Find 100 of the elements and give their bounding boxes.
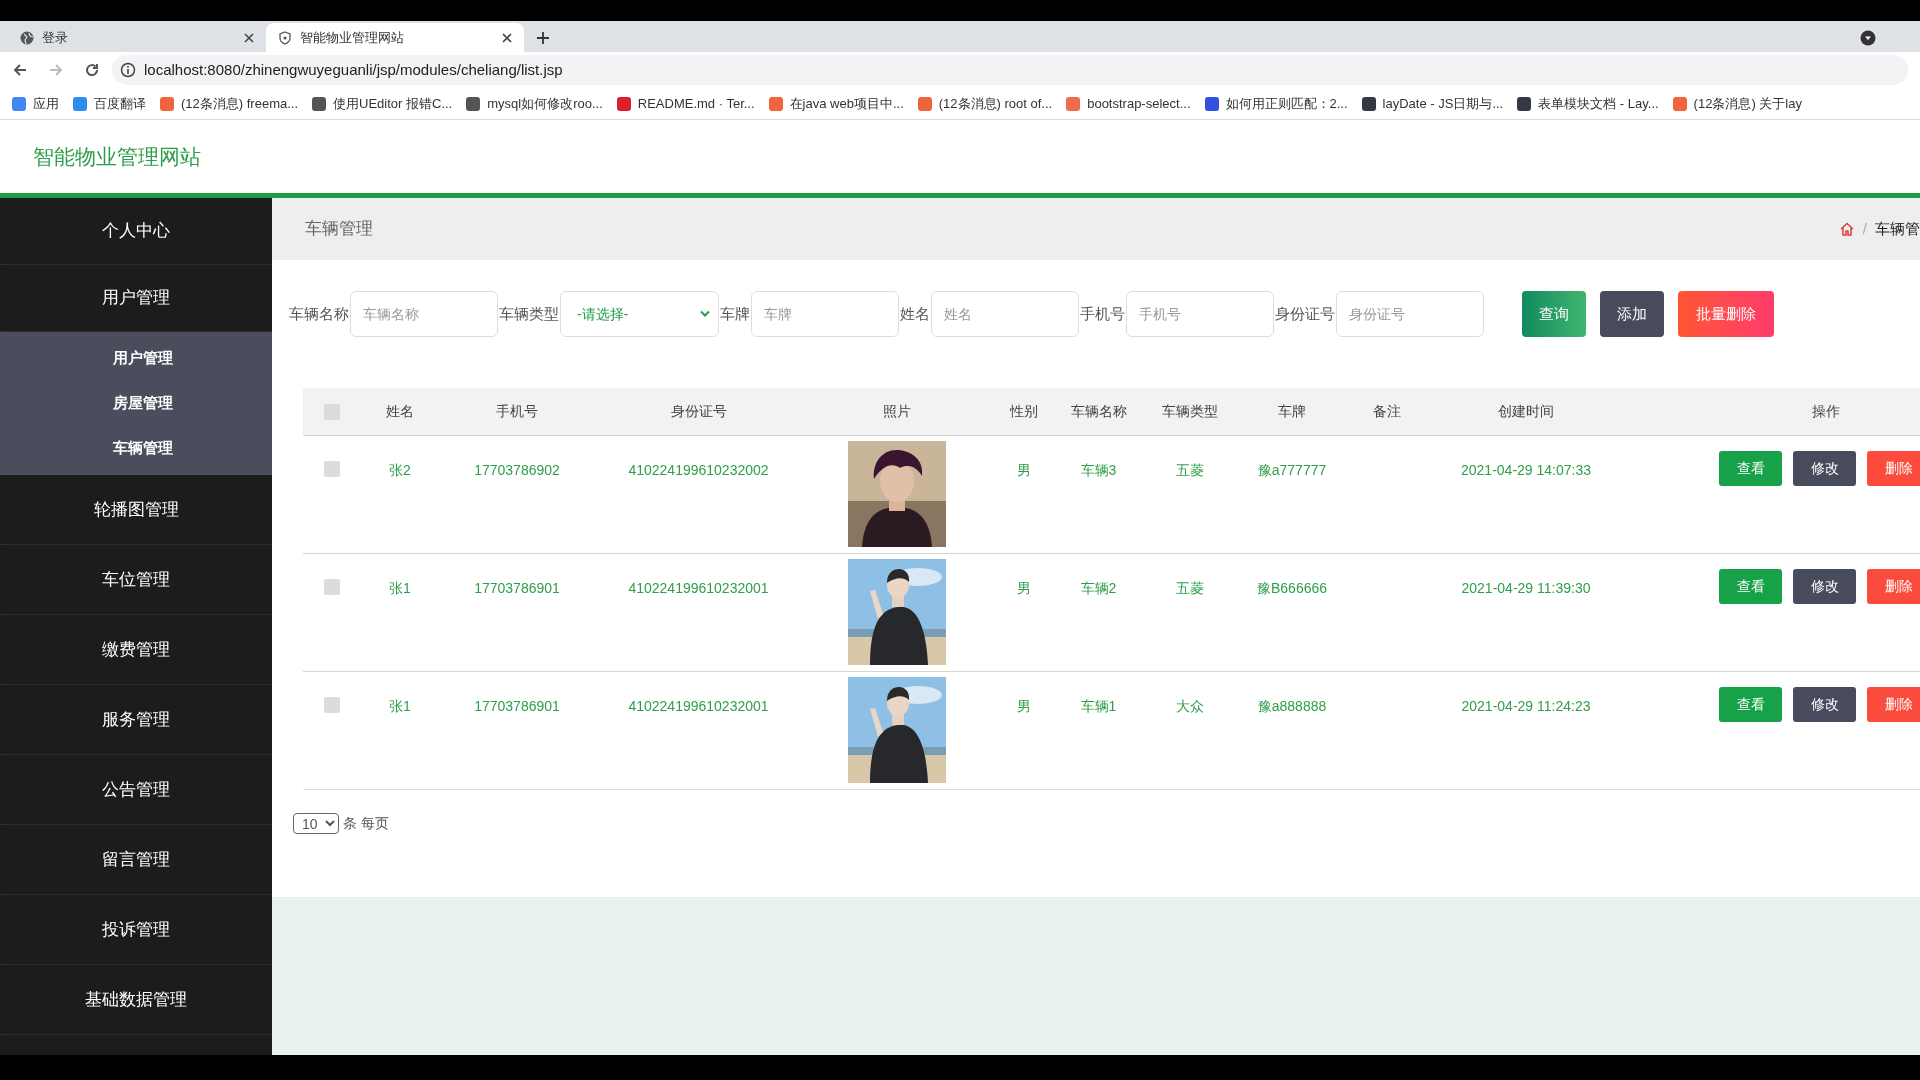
sidebar-item[interactable]: 公告管理 xyxy=(0,755,272,825)
bookmark[interactable]: (12条消息) root of... xyxy=(917,93,1053,114)
back-icon[interactable] xyxy=(12,62,28,78)
page-size-select[interactable]: 10 xyxy=(293,813,339,834)
table-cell-text: 男 xyxy=(1017,579,1031,598)
column-header: 车辆名称 xyxy=(1070,402,1127,421)
filter-input[interactable]: 手机号 xyxy=(1126,291,1274,337)
bookmark[interactable]: bootstrap-select... xyxy=(1066,93,1191,114)
breadcrumb-separator: / xyxy=(1862,218,1867,239)
bookmark[interactable]: mysql如何修改roo... xyxy=(466,93,603,114)
table-cell-text: 17703786901 xyxy=(474,697,560,716)
home-icon[interactable] xyxy=(1838,221,1855,237)
globe-icon xyxy=(20,30,34,45)
checkbox[interactable] xyxy=(323,461,340,477)
column-header: 手机号 xyxy=(496,402,538,421)
search-button[interactable]: 查询 xyxy=(1522,291,1586,337)
table-cell-text: 410224199610232001 xyxy=(628,697,769,716)
column-header: 操作 xyxy=(1812,402,1840,421)
checkbox[interactable] xyxy=(323,697,340,713)
tab-search-icon[interactable] xyxy=(1860,29,1876,46)
table-cell-text: 2021-04-29 11:24:23 xyxy=(1461,697,1591,716)
column-header: 身份证号 xyxy=(670,402,727,421)
sidebar-item[interactable]: 缴费管理 xyxy=(0,615,272,685)
browser-tab[interactable]: 智能物业管理网站 xyxy=(266,23,524,52)
new-tab-icon[interactable] xyxy=(536,30,550,45)
bookmark[interactable]: 百度翻译 xyxy=(73,93,146,114)
sidebar-item[interactable]: 车位管理 xyxy=(0,545,272,615)
bookmark[interactable]: (12条消息) 关于lay xyxy=(1672,93,1802,114)
filter-input[interactable]: 车牌 xyxy=(751,291,899,337)
filter-label: 身份证号 xyxy=(1274,303,1336,324)
breadcrumb-item: 车辆管 xyxy=(1875,218,1920,239)
edit-button[interactable]: 修改 xyxy=(1793,687,1856,722)
column-header: 照片 xyxy=(882,402,911,421)
filter-input[interactable]: 身份证号 xyxy=(1336,291,1484,337)
bookmark[interactable]: 使用UEditor 报错C... xyxy=(312,93,453,114)
table-cell-text: 男 xyxy=(1017,697,1031,716)
shield-icon xyxy=(278,30,292,45)
table-cell-text: 17703786901 xyxy=(474,579,560,598)
close-icon[interactable] xyxy=(502,32,512,43)
sidebar-subitem[interactable]: 房屋管理 xyxy=(0,381,272,426)
table-cell-text: 张1 xyxy=(389,579,411,598)
table-cell-text: 张1 xyxy=(389,697,411,716)
sidebar-item[interactable]: 轮播图管理 xyxy=(0,475,272,545)
bookmark[interactable]: 如何用正则匹配：2... xyxy=(1204,93,1348,114)
info-icon xyxy=(120,62,136,78)
filter-label: 车辆名称 xyxy=(288,303,350,324)
sidebar-subitem[interactable]: 车辆管理 xyxy=(0,426,272,471)
table-cell-text: 车辆2 xyxy=(1080,579,1117,598)
edit-button[interactable]: 修改 xyxy=(1793,451,1856,486)
sidebar-item[interactable]: 留言管理 xyxy=(0,825,272,895)
filter-label: 手机号 xyxy=(1079,303,1126,324)
table-cell-text: 大众 xyxy=(1176,697,1204,716)
table-cell-text: 车辆3 xyxy=(1080,461,1117,480)
filter-label: 姓名 xyxy=(899,303,931,324)
bookmark[interactable]: 表单模块文档 - Lay... xyxy=(1517,93,1659,114)
filter-label: 车牌 xyxy=(719,303,751,324)
tab-title: 智能物业管理网站 xyxy=(300,28,405,47)
table-cell-text: 张2 xyxy=(389,461,411,480)
add-button[interactable]: 添加 xyxy=(1600,291,1664,337)
bookmark[interactable]: layDate - JS日期与... xyxy=(1361,93,1504,114)
column-header: 车辆类型 xyxy=(1162,402,1218,421)
bookmark[interactable]: (12条消息) freema... xyxy=(160,93,299,114)
site-title: 智能物业管理网站 xyxy=(33,143,201,170)
page-size-label: 条 每页 xyxy=(343,814,389,833)
sidebar-item[interactable]: 服务管理 xyxy=(0,685,272,755)
browser-tab[interactable]: 登录 xyxy=(8,23,266,52)
column-header: 创建时间 xyxy=(1498,402,1554,421)
checkbox[interactable] xyxy=(323,579,340,595)
column-header: 姓名 xyxy=(386,402,414,421)
table-cell-text: 五菱 xyxy=(1176,579,1204,598)
table-cell-text: 豫a777777 xyxy=(1257,461,1327,480)
table-cell-text: 豫B666666 xyxy=(1256,579,1328,598)
table-cell-text: 车辆1 xyxy=(1080,697,1117,716)
table-cell-text: 410224199610232001 xyxy=(628,579,769,598)
table-cell-text: 17703786902 xyxy=(474,461,560,480)
chevron-down-icon xyxy=(700,310,710,318)
filter-input[interactable]: 车辆名称 xyxy=(350,291,498,337)
table-cell-text: 五菱 xyxy=(1176,461,1204,480)
bookmark[interactable]: README.md · Ter... xyxy=(616,93,755,114)
bookmark[interactable]: 在java web项目中... xyxy=(768,93,904,114)
table-cell-text: 410224199610232002 xyxy=(628,461,769,480)
filter-input[interactable]: 姓名 xyxy=(931,291,1079,337)
column-header: 车牌 xyxy=(1278,402,1306,421)
url-text: localhost:8080/zhinengwuyeguanli/jsp/modules/cheliang/list.jsp xyxy=(144,59,563,80)
table-cell-text: 男 xyxy=(1017,461,1031,480)
bookmark[interactable]: 应用 xyxy=(12,93,59,114)
table-cell-text: 2021-04-29 11:39:30 xyxy=(1461,579,1591,598)
edit-button[interactable]: 修改 xyxy=(1793,569,1856,604)
filter-label: 车辆类型 xyxy=(498,303,560,324)
table-cell-text: 2021-04-29 14:07:33 xyxy=(1461,461,1591,480)
address-bar[interactable]: localhost:8080/zhinengwuyeguanli/jsp/modules/cheliang/list.jsp xyxy=(112,55,1908,85)
tab-title: 登录 xyxy=(42,28,69,47)
reload-icon[interactable] xyxy=(84,62,100,78)
filter-select[interactable]: -请选择- xyxy=(560,291,719,337)
sidebar-subitem[interactable]: 用户管理 xyxy=(0,336,272,381)
column-header: 性别 xyxy=(1010,402,1038,421)
column-header: 备注 xyxy=(1372,402,1401,421)
table-cell-text: 豫a888888 xyxy=(1257,697,1327,716)
close-icon[interactable] xyxy=(244,32,254,43)
page-title: 车辆管理 xyxy=(305,218,373,241)
